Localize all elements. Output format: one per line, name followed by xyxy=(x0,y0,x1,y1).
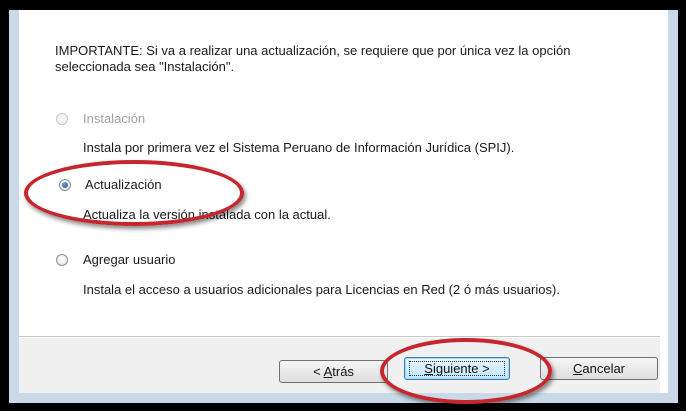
window-border-left xyxy=(9,10,19,403)
add-user-radio[interactable] xyxy=(56,254,68,266)
back-button[interactable]: < Atrás xyxy=(279,360,388,383)
install-label: Instalación xyxy=(83,111,146,126)
focus-rectangle xyxy=(409,361,505,376)
add-user-label: Agregar usuario xyxy=(83,252,176,267)
window-frame-left xyxy=(0,0,9,411)
cancel-button-rest: ancelar xyxy=(582,361,626,376)
back-button-mnemonic: A xyxy=(323,364,333,379)
important-notice: IMPORTANTE: Si va a realizar una actuali… xyxy=(55,43,571,74)
back-button-prefix: < xyxy=(313,364,324,379)
installer-screen: IMPORTANTE: Si va a realizar una actuali… xyxy=(0,0,686,411)
update-description: Actualiza la versión instalada con la ac… xyxy=(83,207,331,222)
cancel-button-mnemonic: C xyxy=(572,361,583,376)
add-user-description: Instala el acceso a usuarios adicionales… xyxy=(83,282,560,297)
cancel-button[interactable]: Cancelar xyxy=(540,357,658,380)
window-frame-top xyxy=(0,0,686,10)
window-frame-bottom xyxy=(0,403,686,411)
next-button[interactable]: Siguiente > xyxy=(404,357,510,380)
install-radio[interactable] xyxy=(56,113,68,125)
update-radio[interactable] xyxy=(59,179,71,191)
window-border-bottom xyxy=(9,393,678,403)
install-description: Instala por primera vez el Sistema Perua… xyxy=(83,140,515,155)
window-frame-right xyxy=(678,0,686,411)
back-button-rest: trás xyxy=(332,364,354,379)
window-border-right xyxy=(668,10,678,403)
update-label: Actualización xyxy=(85,177,162,192)
